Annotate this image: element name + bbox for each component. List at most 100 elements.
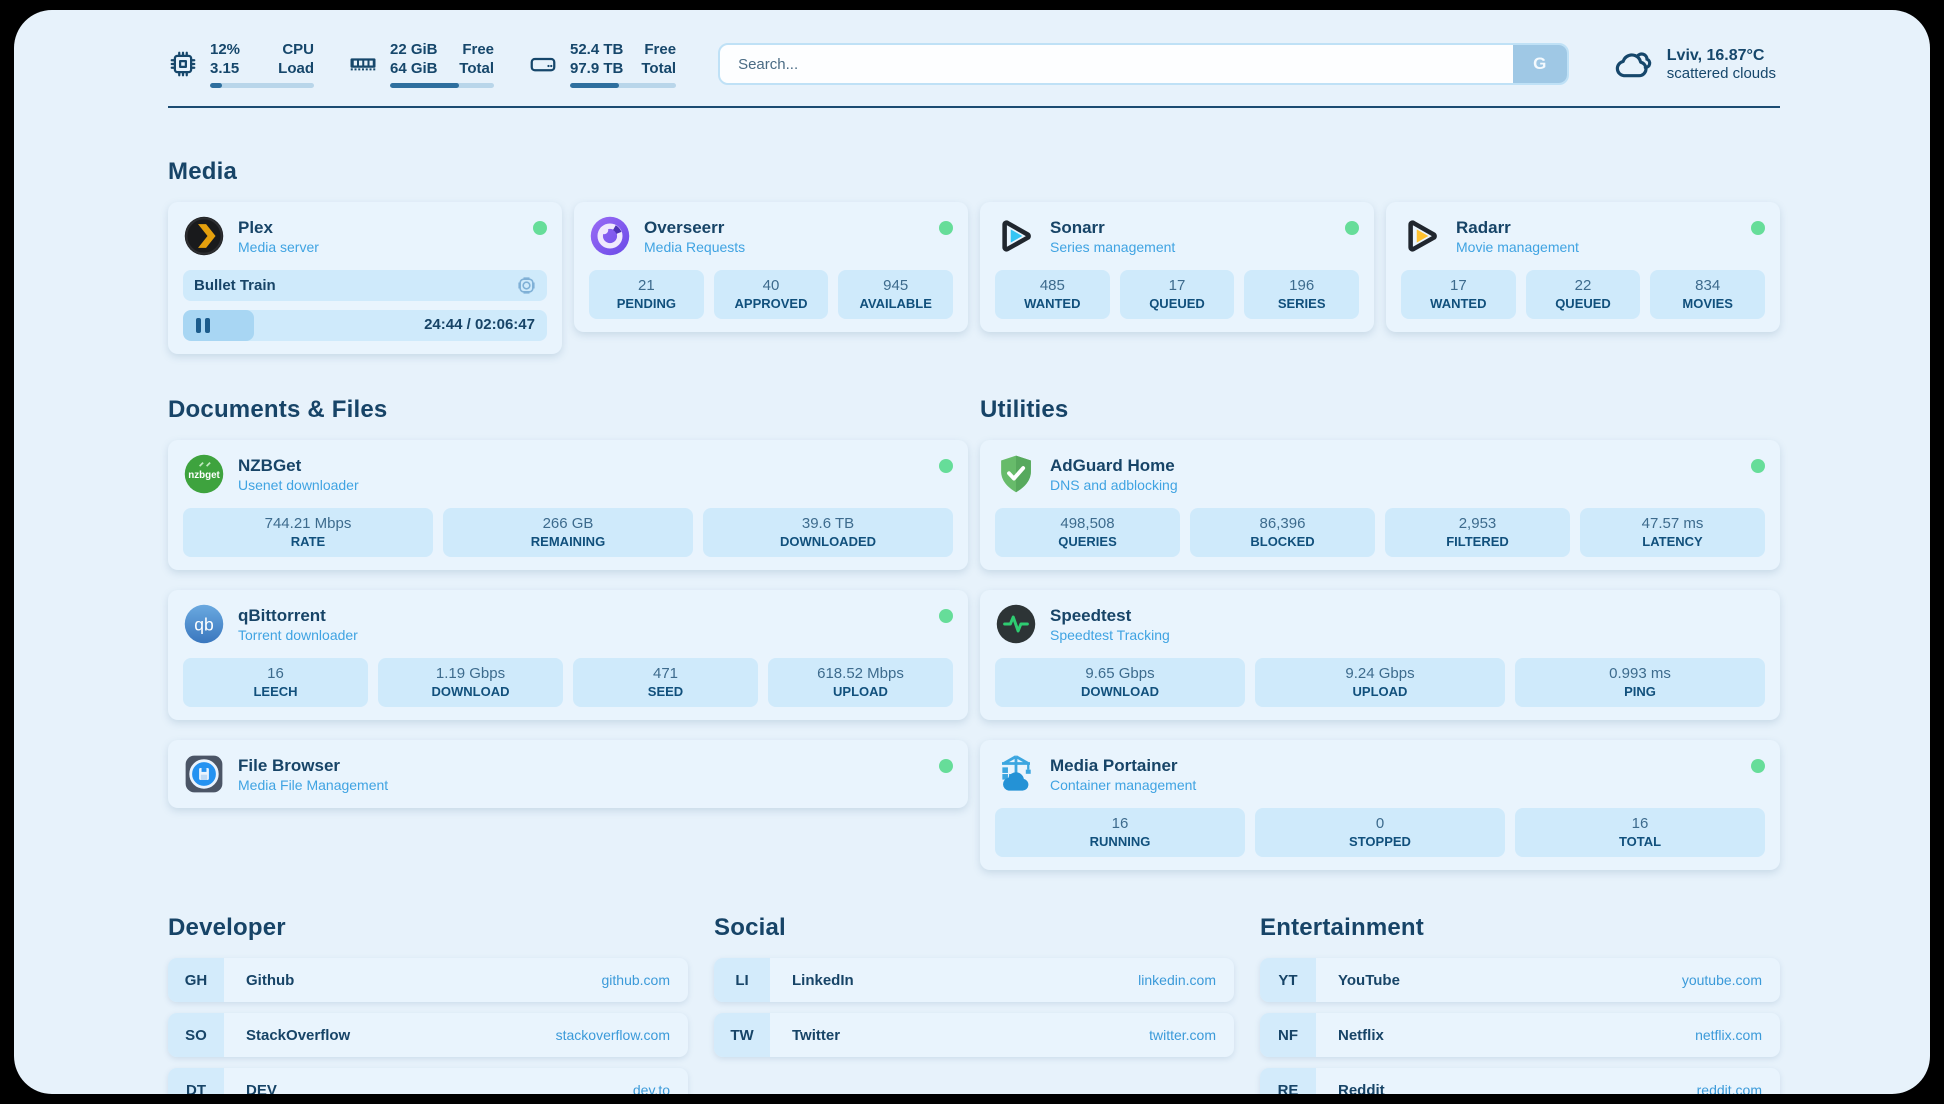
link-abbr-badge: LI bbox=[714, 958, 770, 1002]
app-card-media-portainer[interactable]: Media PortainerContainer management16RUN… bbox=[980, 740, 1780, 870]
hw-label-bottom: Total bbox=[641, 59, 676, 78]
link-abbr-badge: YT bbox=[1260, 958, 1316, 1002]
hardware-stat-ram: 22 GiB64 GiBFreeTotal bbox=[348, 40, 494, 88]
app-card-radarr[interactable]: RadarrMovie management17WANTED22QUEUED83… bbox=[1386, 202, 1780, 332]
stat-download: 9.65 GbpsDOWNLOAD bbox=[995, 658, 1245, 707]
camera-icon bbox=[517, 276, 536, 295]
stat-blocked: 86,396BLOCKED bbox=[1190, 508, 1375, 557]
link-url: stackoverflow.com bbox=[556, 1027, 688, 1043]
stat-series: 196SERIES bbox=[1244, 270, 1359, 319]
header: 12%3.15CPULoad22 GiB64 GiBFreeTotal52.4 … bbox=[14, 10, 1930, 88]
stat-latency: 47.57 msLATENCY bbox=[1580, 508, 1765, 557]
search-bar: G bbox=[718, 43, 1569, 85]
app-card-nzbget[interactable]: nzbgetNZBGetUsenet downloader744.21 Mbps… bbox=[168, 440, 968, 570]
stat-remaining: 266 GB REMAINING bbox=[443, 508, 693, 557]
stat-label: WANTED bbox=[1405, 296, 1512, 311]
link-url: dev.to bbox=[633, 1082, 688, 1094]
stat-label: AVAILABLE bbox=[842, 296, 949, 311]
link-name: Github bbox=[246, 972, 294, 989]
app-card-qbittorrent[interactable]: qbqBittorrentTorrent downloader16LEECH1.… bbox=[168, 590, 968, 720]
app-card-sonarr[interactable]: SonarrSeries management485WANTED17QUEUED… bbox=[980, 202, 1374, 332]
search-provider-button[interactable]: G bbox=[1513, 45, 1567, 83]
stat-label: QUERIES bbox=[999, 534, 1176, 549]
link-group-social: SocialLILinkedInlinkedin.comTWTwittertwi… bbox=[714, 914, 1234, 1094]
app-subtitle: Torrent downloader bbox=[238, 626, 358, 644]
link-url: youtube.com bbox=[1682, 972, 1780, 988]
app-card-speedtest[interactable]: SpeedtestSpeedtest Tracking9.65 GbpsDOWN… bbox=[980, 590, 1780, 720]
section-title-entertainment: Entertainment bbox=[1260, 914, 1780, 942]
hw-progress-track bbox=[570, 83, 676, 88]
stat-value: 1.19 Gbps bbox=[382, 665, 559, 682]
cpu-icon bbox=[168, 49, 198, 79]
link-group-entertainment: Entertainment YTYouTubeyoutube.com NFNetfl… bbox=[1260, 914, 1780, 1094]
qbittorrent-icon: qb bbox=[183, 603, 225, 645]
link-stackoverflow[interactable]: SOStackOverflowstackoverflow.com bbox=[168, 1013, 688, 1057]
link-abbr-badge: NF bbox=[1260, 1013, 1316, 1057]
playback-progress-bar[interactable]: 24:44 / 02:06:47 bbox=[183, 310, 547, 341]
stat-label: REMAINING bbox=[447, 534, 689, 549]
app-card-plex[interactable]: PlexMedia serverBullet Train24:44 / 02:0… bbox=[168, 202, 562, 354]
stat-value: 39.6 TB bbox=[707, 515, 949, 532]
link-youtube[interactable]: YTYouTubeyoutube.com bbox=[1260, 958, 1780, 1002]
app-card-adguard-home[interactable]: AdGuard HomeDNS and adblocking498,508QUE… bbox=[980, 440, 1780, 570]
app-card-overseerr[interactable]: OverseerrMedia Requests21PENDING40APPROV… bbox=[574, 202, 968, 332]
hw-progress-track bbox=[390, 83, 494, 88]
app-name: Media Portainer bbox=[1050, 755, 1196, 776]
section-title-utilities: Utilities bbox=[980, 396, 1780, 424]
link-name: DEV bbox=[246, 1082, 277, 1095]
weather-widget[interactable]: Lviv, 16.87°C scattered clouds bbox=[1611, 44, 1776, 84]
adguard-icon bbox=[995, 453, 1037, 495]
status-dot-online bbox=[939, 221, 953, 235]
search-input[interactable] bbox=[718, 43, 1569, 85]
stat-wanted: 485WANTED bbox=[995, 270, 1110, 319]
link-twitter[interactable]: TWTwittertwitter.com bbox=[714, 1013, 1234, 1057]
link-netflix[interactable]: NFNetflixnetflix.com bbox=[1260, 1013, 1780, 1057]
hw-label-top: Free bbox=[641, 40, 676, 59]
hw-progress-fill bbox=[570, 83, 619, 88]
link-reddit[interactable]: RERedditreddit.com bbox=[1260, 1068, 1780, 1094]
stat-value: 471 bbox=[577, 665, 754, 682]
stat-label: RUNNING bbox=[999, 834, 1241, 849]
pause-icon[interactable] bbox=[196, 318, 210, 333]
stat-value: 266 GB bbox=[447, 515, 689, 532]
main-content: Media PlexMedia serverBullet Train24:44 … bbox=[14, 158, 1930, 1094]
stat-movies: 834MOVIES bbox=[1650, 270, 1765, 319]
hw-progress-fill bbox=[390, 83, 459, 88]
hardware-stat-cpu: 12%3.15CPULoad bbox=[168, 40, 314, 88]
app-subtitle: Usenet downloader bbox=[238, 476, 359, 494]
hw-value-top: 12% bbox=[210, 40, 240, 59]
link-linkedin[interactable]: LILinkedInlinkedin.com bbox=[714, 958, 1234, 1002]
app-name: File Browser bbox=[238, 755, 388, 776]
link-github[interactable]: GHGithubgithub.com bbox=[168, 958, 688, 1002]
link-abbr-badge: DT bbox=[168, 1068, 224, 1094]
stat-rate: 744.21 MbpsRATE bbox=[183, 508, 433, 557]
media-card-grid: PlexMedia serverBullet Train24:44 / 02:0… bbox=[168, 202, 1780, 354]
app-name: AdGuard Home bbox=[1050, 455, 1178, 476]
radarr-icon bbox=[1401, 215, 1443, 257]
app-name: NZBGet bbox=[238, 455, 359, 476]
link-url: reddit.com bbox=[1697, 1082, 1780, 1094]
stat-available: 945AVAILABLE bbox=[838, 270, 953, 319]
app-name: Speedtest bbox=[1050, 605, 1170, 626]
stat-label: RATE bbox=[187, 534, 429, 549]
stat-value: 17 bbox=[1124, 277, 1231, 294]
stat-queued: 22QUEUED bbox=[1526, 270, 1641, 319]
app-name: Radarr bbox=[1456, 217, 1579, 238]
stat-label: DOWNLOADED bbox=[707, 534, 949, 549]
stat-value: 17 bbox=[1405, 277, 1512, 294]
stat-total: 16TOTAL bbox=[1515, 808, 1765, 857]
hw-value-bottom: 64 GiB bbox=[390, 59, 438, 78]
app-card-file-browser[interactable]: File BrowserMedia File Management bbox=[168, 740, 968, 808]
stat-label: QUEUED bbox=[1124, 296, 1231, 311]
plex-icon bbox=[183, 215, 225, 257]
stat-value: 834 bbox=[1654, 277, 1761, 294]
stat-queries: 498,508QUERIES bbox=[995, 508, 1180, 557]
filebrowser-icon bbox=[183, 753, 225, 795]
link-abbr-badge: GH bbox=[168, 958, 224, 1002]
link-dev[interactable]: DT DEV dev.to bbox=[168, 1068, 688, 1094]
stat-label: WANTED bbox=[999, 296, 1106, 311]
utilities-card-stack: AdGuard HomeDNS and adblocking498,508QUE… bbox=[980, 440, 1780, 870]
stat-label: SERIES bbox=[1248, 296, 1355, 311]
weather-condition: scattered clouds bbox=[1667, 65, 1776, 82]
cloud-icon bbox=[1611, 44, 1655, 84]
